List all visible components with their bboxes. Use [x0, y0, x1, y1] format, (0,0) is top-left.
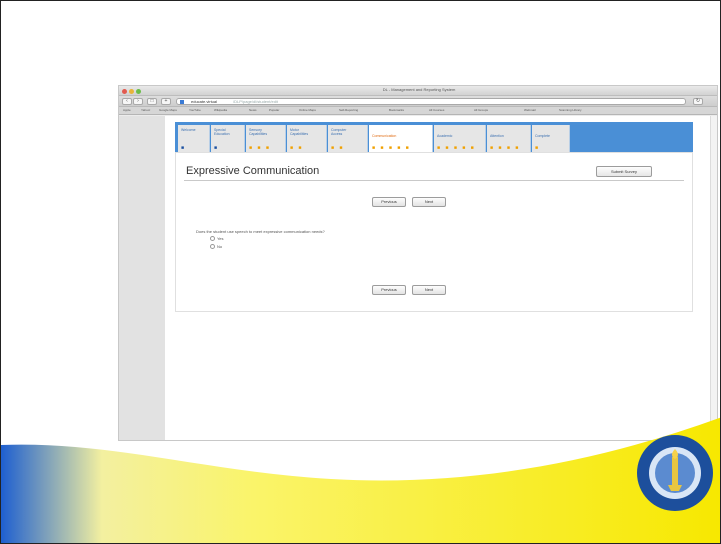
- tab-computer-access[interactable]: Computer Access ■ ■: [328, 125, 368, 152]
- bookmark-item[interactable]: Scanning Library: [559, 108, 582, 112]
- window-title: DL - Management and Reporting System: [382, 87, 456, 92]
- tab-progress-dots: ■: [214, 145, 220, 151]
- next-button-top[interactable]: Next: [412, 197, 446, 207]
- window-titlebar: DL - Management and Reporting System: [119, 86, 717, 96]
- share-icon[interactable]: □: [147, 98, 157, 105]
- minimize-window-icon[interactable]: [129, 89, 134, 94]
- tab-motor-capabilities[interactable]: Motor Capabilities ■ ■: [287, 125, 327, 152]
- tab-special-education[interactable]: Special Education ■: [211, 125, 245, 152]
- add-bookmark-icon[interactable]: +: [161, 98, 171, 105]
- tab-welcome[interactable]: Welcome ■: [178, 125, 210, 152]
- survey-panel: Expressive Communication Submit Survey P…: [175, 152, 693, 312]
- bookmark-item[interactable]: News: [249, 108, 257, 112]
- tab-communication[interactable]: Communication ■ ■ ■ ■ ■: [369, 125, 433, 152]
- reload-icon[interactable]: ↻: [693, 98, 703, 105]
- page-left-margin: [119, 116, 165, 440]
- option-yes[interactable]: Yes: [210, 236, 224, 242]
- previous-button-bottom[interactable]: Previous: [372, 285, 406, 295]
- presentation-slide: DL - Management and Reporting System ‹ ›…: [0, 0, 721, 544]
- tab-progress-dots: ■ ■ ■ ■: [490, 145, 521, 151]
- submit-survey-button[interactable]: Submit Survey: [596, 166, 652, 177]
- heading-divider: [184, 180, 684, 181]
- page-content: Welcome ■ Special Education ■ Sensory Capa…: [165, 116, 713, 440]
- tab-progress-dots: ■: [181, 145, 187, 151]
- department-seal-logo: [637, 435, 713, 511]
- question-text: Does the student use speech to meet expr…: [196, 229, 325, 234]
- tab-progress-dots: ■ ■ ■ ■ ■: [437, 145, 476, 151]
- tab-attention[interactable]: Attention ■ ■ ■ ■: [487, 125, 531, 152]
- tab-label: Motor Capabilities: [290, 128, 309, 136]
- bookmark-item[interactable]: Yahoo!: [141, 108, 150, 112]
- browser-toolbar: ‹ › □ + educate.virtual /DLP/page/dl/stu…: [119, 96, 717, 107]
- survey-tab-strip: Welcome ■ Special Education ■ Sensory Capa…: [175, 122, 693, 152]
- vertical-scrollbar[interactable]: [710, 116, 717, 440]
- page-title: Expressive Communication: [186, 165, 320, 177]
- tab-label: Computer Access: [331, 128, 347, 136]
- bookmark-item[interactable]: Wikipedia: [214, 108, 227, 112]
- maximize-window-icon[interactable]: [136, 89, 141, 94]
- tab-label: Complete: [535, 134, 550, 138]
- bookmark-item[interactable]: All Groups: [474, 108, 488, 112]
- tab-academic[interactable]: Academic ■ ■ ■ ■ ■: [434, 125, 486, 152]
- bookmark-item[interactable]: Popular: [269, 108, 279, 112]
- bookmark-item[interactable]: Self-Reporting: [339, 108, 358, 112]
- bookmark-item[interactable]: Google Maps: [159, 108, 177, 112]
- tab-label: Attention: [490, 134, 504, 138]
- radio-yes[interactable]: [210, 236, 215, 242]
- forward-arrow-icon[interactable]: ›: [133, 98, 143, 105]
- bookmark-item[interactable]: All Courses: [429, 108, 444, 112]
- back-arrow-icon[interactable]: ‹: [122, 98, 132, 105]
- decorative-wave: [1, 417, 720, 543]
- address-bar[interactable]: educate.virtual /DLP/page/dl/student/edi…: [176, 98, 686, 105]
- tab-sensory-capabilities[interactable]: Sensory Capabilities ■ ■ ■: [246, 125, 286, 152]
- radio-no[interactable]: [210, 244, 215, 250]
- site-favicon-icon: [180, 100, 184, 104]
- bookmark-item[interactable]: YouTube: [189, 108, 201, 112]
- next-button-bottom[interactable]: Next: [412, 285, 446, 295]
- url-host: educate.virtual: [191, 99, 218, 104]
- bookmarks-bar: Apple Yahoo! Google Maps YouTube Wikiped…: [119, 107, 717, 115]
- tab-label: Sensory Capabilities: [249, 128, 268, 136]
- bookmark-item[interactable]: Bookmarks: [389, 108, 404, 112]
- url-path: /DLP/page/dl/student/edit: [233, 99, 278, 104]
- tab-label: Academic: [437, 134, 453, 138]
- previous-button-top[interactable]: Previous: [372, 197, 406, 207]
- option-no[interactable]: No: [210, 244, 222, 250]
- tab-label: Special Education: [214, 128, 230, 136]
- tab-progress-dots: ■ ■ ■ ■ ■: [372, 145, 411, 151]
- tab-progress-dots: ■ ■: [331, 145, 345, 151]
- close-window-icon[interactable]: [122, 89, 127, 94]
- bookmark-item[interactable]: Online Maps: [299, 108, 316, 112]
- tab-complete[interactable]: Complete ■: [532, 125, 570, 152]
- tab-progress-dots: ■ ■ ■: [249, 145, 271, 151]
- browser-window: DL - Management and Reporting System ‹ ›…: [118, 85, 718, 441]
- tab-progress-dots: ■ ■: [290, 145, 304, 151]
- tab-progress-dots: ■: [535, 145, 541, 151]
- bookmark-item[interactable]: Apple: [123, 108, 131, 112]
- tab-label: Welcome: [181, 128, 196, 132]
- tab-label: Communication: [372, 134, 397, 138]
- bookmark-item[interactable]: Webmail: [524, 108, 536, 112]
